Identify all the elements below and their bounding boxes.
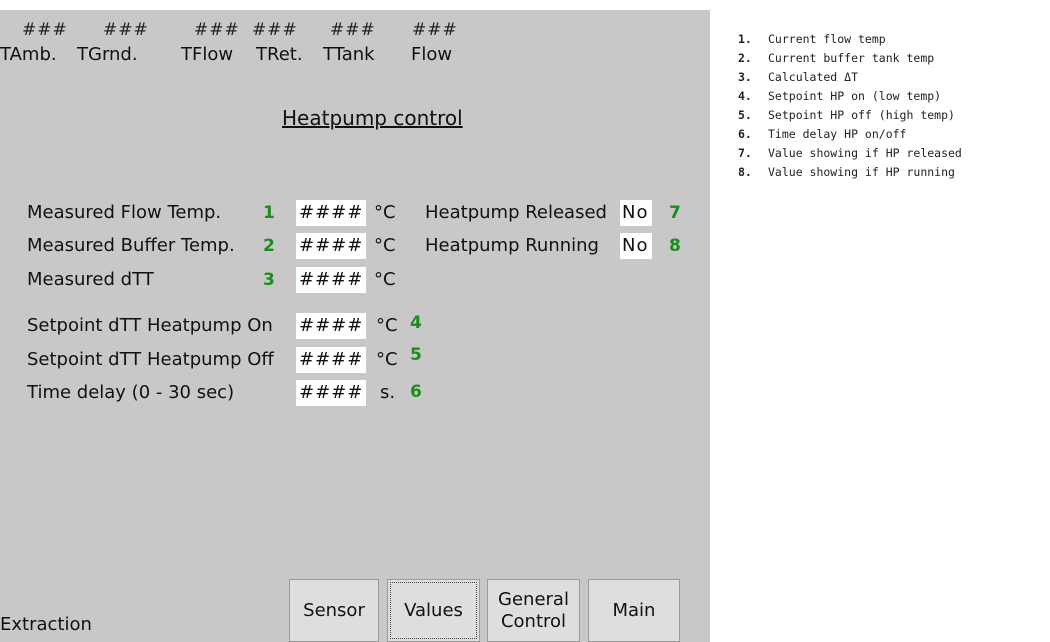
- setpoint-off-unit: °C: [376, 349, 398, 370]
- header-value-flow: ###: [412, 20, 458, 40]
- time-delay-label: Time delay (0 - 30 sec): [27, 382, 235, 403]
- general-control-button[interactable]: General Control: [487, 579, 580, 642]
- note-text: Current buffer tank temp: [768, 51, 935, 65]
- dtt-field[interactable]: ####: [296, 267, 367, 293]
- note-item: 4. Setpoint HP on (low temp): [738, 87, 962, 106]
- main-button[interactable]: Main: [588, 579, 680, 642]
- setpoint-on-field[interactable]: ####: [296, 313, 367, 339]
- extraction-label: Extraction: [0, 614, 92, 635]
- dtt-unit: °C: [374, 269, 396, 290]
- note-number: 5.: [738, 108, 752, 122]
- buffer-temp-unit: °C: [374, 235, 396, 256]
- setpoint-on-label: Setpoint dTT Heatpump On: [27, 315, 273, 336]
- general-control-button-label: General Control: [498, 588, 569, 632]
- header-value-tgrnd: ###: [103, 20, 149, 40]
- header-label-flow: Flow: [411, 44, 453, 65]
- note-item: 7. Value showing if HP released: [738, 144, 962, 163]
- buffer-temp-label: Measured Buffer Temp.: [27, 235, 235, 256]
- main-button-label: Main: [612, 599, 656, 621]
- dtt-number: 3: [263, 270, 275, 290]
- time-delay-unit: s.: [380, 382, 396, 403]
- note-text: Time delay HP on/off: [768, 127, 907, 141]
- heatpump-running-label: Heatpump Running: [425, 235, 599, 256]
- note-item: 6. Time delay HP on/off: [738, 125, 962, 144]
- note-number: 4.: [738, 89, 752, 103]
- annotation-list: 1. Current flow temp 2. Current buffer tan…: [738, 30, 962, 182]
- values-button[interactable]: Values: [387, 579, 480, 642]
- heatpump-released-value: No: [620, 200, 653, 226]
- note-item: 2. Current buffer tank temp: [738, 49, 962, 68]
- flow-temp-number: 1: [263, 203, 275, 223]
- header-value-tamb: ###: [22, 20, 68, 40]
- header-value-tret: ###: [252, 20, 298, 40]
- header-label-ttank: TTank: [323, 44, 375, 65]
- values-button-label: Values: [404, 599, 463, 621]
- header-label-tamb: TAmb.: [0, 44, 57, 65]
- header-label-tflow: TFlow: [181, 44, 234, 65]
- hmi-panel: ### ### ### ### ### ### TAmb. TGrnd. TFl…: [0, 10, 710, 642]
- header-label-tgrnd: TGrnd.: [77, 44, 138, 65]
- time-delay-number: 6: [410, 382, 422, 402]
- note-text: Value showing if HP released: [768, 146, 962, 160]
- note-item: 1. Current flow temp: [738, 30, 962, 49]
- buffer-temp-field[interactable]: ####: [296, 233, 367, 259]
- buffer-temp-number: 2: [263, 236, 275, 256]
- note-number: 3.: [738, 70, 752, 84]
- sensor-button[interactable]: Sensor: [289, 579, 379, 642]
- header-label-tret: TRet.: [256, 44, 303, 65]
- note-item: 8. Value showing if HP running: [738, 163, 962, 182]
- setpoint-off-label: Setpoint dTT Heatpump Off: [27, 349, 274, 370]
- note-number: 8.: [738, 165, 752, 179]
- setpoint-off-number: 5: [410, 345, 422, 365]
- note-item: 5. Setpoint HP off (high temp): [738, 106, 962, 125]
- time-delay-field[interactable]: ####: [296, 380, 367, 406]
- heatpump-released-label: Heatpump Released: [425, 202, 607, 223]
- page-title: Heatpump control: [282, 106, 463, 130]
- heatpump-running-number: 8: [669, 236, 681, 256]
- dtt-label: Measured dTT: [27, 269, 154, 290]
- note-number: 6.: [738, 127, 752, 141]
- flow-temp-label: Measured Flow Temp.: [27, 202, 222, 223]
- note-text: Setpoint HP on (low temp): [768, 89, 942, 103]
- setpoint-on-unit: °C: [376, 315, 398, 336]
- flow-temp-field[interactable]: ####: [296, 200, 367, 226]
- note-number: 1.: [738, 32, 752, 46]
- sensor-button-label: Sensor: [303, 599, 365, 621]
- heatpump-released-number: 7: [669, 203, 681, 223]
- setpoint-on-number: 4: [410, 313, 422, 333]
- header-value-tflow: ###: [194, 20, 240, 40]
- note-item: 3. Calculated ΔT: [738, 68, 962, 87]
- flow-temp-unit: °C: [374, 202, 396, 223]
- note-text: Setpoint HP off (high temp): [768, 108, 955, 122]
- header-value-ttank: ###: [330, 20, 376, 40]
- setpoint-off-field[interactable]: ####: [296, 347, 367, 373]
- heatpump-running-value: No: [620, 233, 653, 259]
- note-number: 2.: [738, 51, 752, 65]
- note-text: Calculated ΔT: [768, 70, 859, 84]
- note-number: 7.: [738, 146, 752, 160]
- note-text: Value showing if HP running: [768, 165, 955, 179]
- note-text: Current flow temp: [768, 32, 886, 46]
